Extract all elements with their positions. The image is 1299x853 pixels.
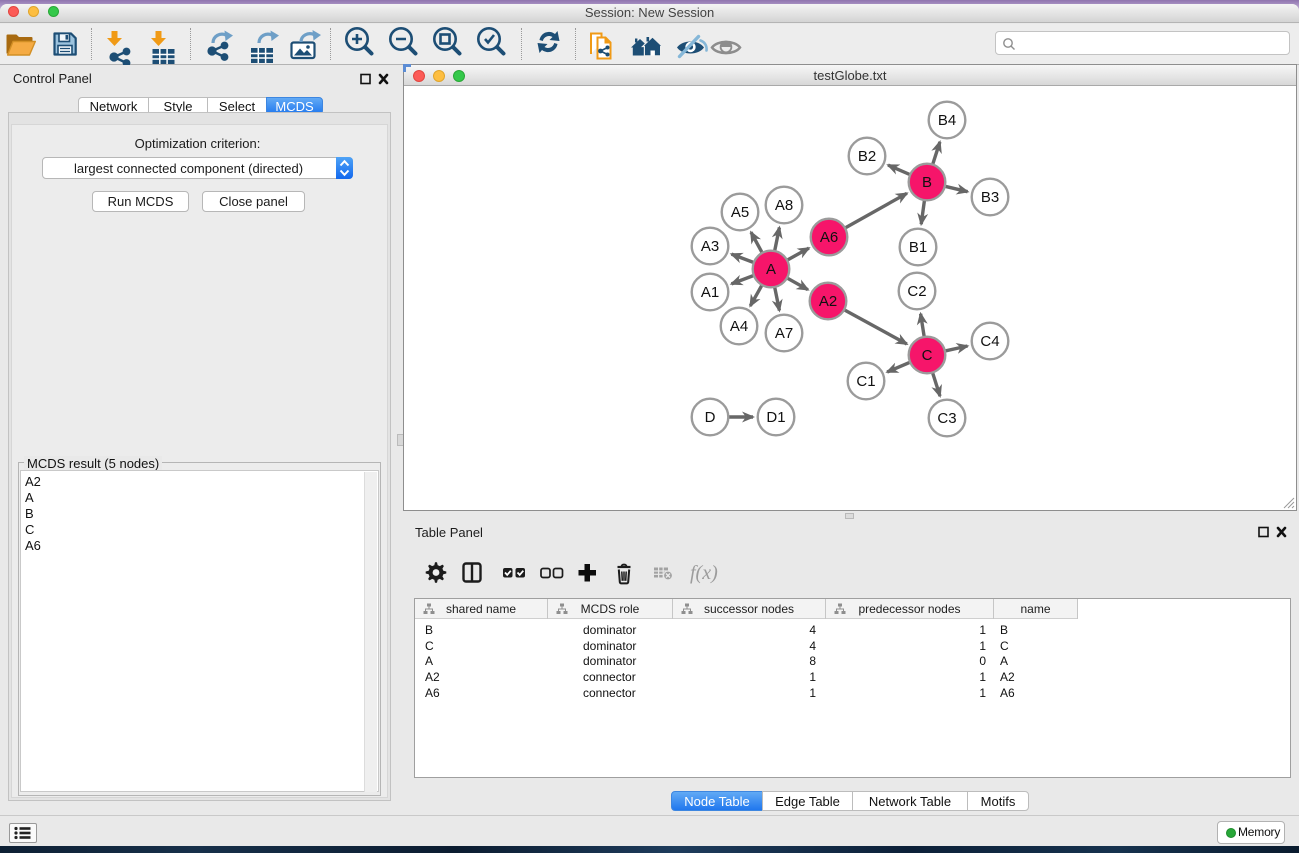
svg-text:C3: C3 [937,410,956,427]
svg-text:C1: C1 [856,373,875,390]
svg-text:A8: A8 [775,197,793,214]
svg-text:A: A [766,261,776,278]
svg-text:C: C [922,347,933,364]
svg-text:B2: B2 [858,148,876,165]
svg-text:C4: C4 [980,333,999,350]
svg-text:B3: B3 [981,189,999,206]
svg-text:A7: A7 [775,325,793,342]
svg-text:A5: A5 [731,204,749,221]
svg-text:f(x): f(x) [690,562,718,584]
svg-text:B1: B1 [909,239,927,256]
svg-text:A6: A6 [820,229,838,246]
svg-text:D1: D1 [766,409,785,426]
svg-text:A4: A4 [730,318,748,335]
svg-text:A2: A2 [819,293,837,310]
svg-text:C2: C2 [907,283,926,300]
svg-text:A3: A3 [701,238,719,255]
svg-text:B4: B4 [938,112,956,129]
svg-text:A1: A1 [701,284,719,301]
svg-text:D: D [705,409,716,426]
svg-text:B: B [922,174,932,191]
